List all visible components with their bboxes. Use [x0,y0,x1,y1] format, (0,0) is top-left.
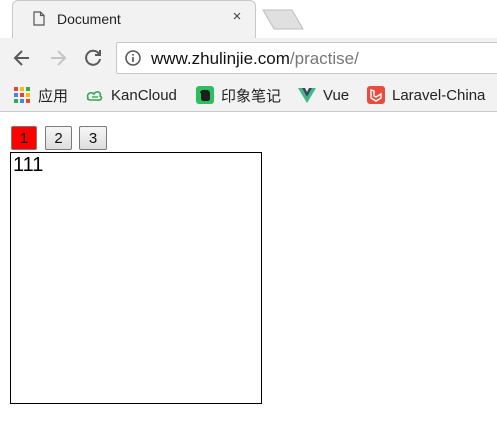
new-tab-button[interactable] [262,9,304,30]
panel-text: 111 [13,154,44,176]
kancloud-icon [86,91,103,101]
url-host: www.zhulinjie.com [151,49,290,68]
reload-icon [85,49,101,66]
evernote-icon [196,86,214,104]
bookmark-label: 印象笔记 [221,87,282,105]
info-icon[interactable] [125,50,141,66]
bookmark-label: 应用 [38,87,69,105]
tab-button-2[interactable]: 2 [45,126,72,150]
tab-button-1[interactable]: 1 [11,126,37,150]
back-button[interactable] [10,46,34,70]
forward-button[interactable] [46,46,70,70]
vue-icon [298,88,316,103]
bookmark-kancloud[interactable]: KanCloud [85,84,177,106]
arrow-left-icon [13,50,29,66]
bookmark-laravel-china[interactable]: Laravel-China [366,84,485,106]
document-icon [33,11,45,26]
address-bar[interactable]: www.zhulinjie.com/practise/ [116,42,497,74]
tab-strip: Document × [0,0,497,38]
bookmark-apps[interactable]: 应用 [12,84,68,106]
reload-button[interactable] [81,46,105,70]
bookmark-label: Laravel-China [392,86,486,104]
url-path: /practise/ [289,49,359,68]
tab-button-3[interactable]: 3 [79,126,107,150]
apps-grid-icon [14,87,30,103]
browser-toolbar: www.zhulinjie.com/practise/ [0,38,497,78]
tab-title: Document [57,11,121,27]
bookmark-label: Vue [323,86,350,104]
arrow-right-icon [51,50,67,66]
bookmark-vue[interactable]: Vue [297,84,349,106]
url-text: www.zhulinjie.com/practise/ [151,49,359,69]
bookmarks-bar: 应用 KanCloud 印象笔记 Vue Laravel-China [0,78,497,112]
laravel-icon [367,86,385,104]
bookmark-evernote[interactable]: 印象笔记 [195,84,281,106]
page-content: 1 2 3 111 [0,112,497,429]
browser-tab[interactable]: Document × [12,0,256,38]
bookmark-label: KanCloud [111,86,177,104]
tab-close-icon[interactable]: × [229,9,245,25]
tab-panel: 111 [10,152,262,404]
